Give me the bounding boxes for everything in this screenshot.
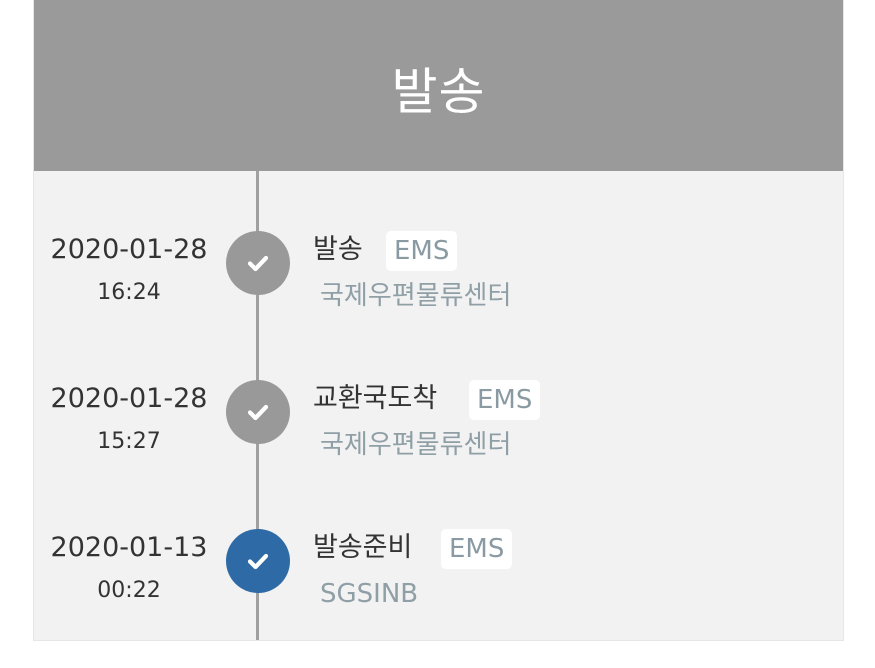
timeline-event-current: 2020-01-13 00:22 발송준비 EMS SGSINB — [34, 529, 843, 640]
status-header: 발송 — [34, 0, 843, 171]
timeline-event: 2020-01-28 16:24 발송 EMS 국제우편물류센터 — [34, 231, 843, 343]
check-icon — [226, 380, 290, 444]
check-icon — [226, 529, 290, 593]
event-date: 2020-01-13 — [50, 532, 208, 563]
event-status: 발송준비 — [313, 532, 413, 563]
event-time: 15:27 — [97, 429, 161, 454]
check-icon — [226, 231, 290, 295]
event-location: 국제우편물류센터 — [320, 430, 512, 460]
event-location: 국제우편물류센터 — [320, 281, 512, 311]
event-date: 2020-01-28 — [50, 383, 208, 414]
event-date: 2020-01-28 — [50, 234, 208, 265]
event-status: 발송 — [313, 234, 363, 265]
current-status-title: 발송 — [391, 63, 486, 121]
event-status: 교환국도착 — [313, 383, 438, 414]
event-time: 16:24 — [97, 280, 161, 305]
event-location: SGSINB — [320, 579, 419, 609]
mail-type-badge: EMS — [469, 380, 541, 420]
tracking-panel: 발송 2020-01-28 16:24 발송 EMS 국제우편물류센터 2020… — [33, 0, 844, 641]
event-time: 00:22 — [97, 578, 161, 603]
mail-type-badge: EMS — [386, 231, 458, 271]
mail-type-badge: EMS — [441, 529, 513, 569]
timeline-event: 2020-01-28 15:27 교환국도착 EMS 국제우편물류센터 — [34, 380, 843, 492]
